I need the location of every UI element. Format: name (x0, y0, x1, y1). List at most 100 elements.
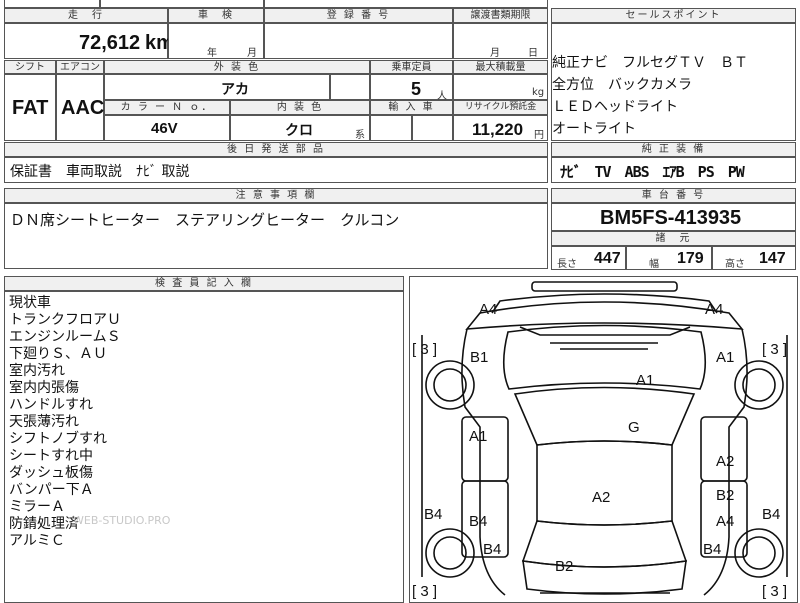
equipment-value: ﾅﾋﾞ TV ABS ｴｱB PS PW (560, 163, 745, 181)
damage-label-20: [ 3 ] (412, 583, 438, 600)
notes-header: 注 意 事 項 欄 (4, 188, 548, 203)
mileage-header: 走 行 (4, 8, 168, 23)
recycle-value: 11,220 (472, 120, 524, 139)
spec-length-value: 447 (594, 250, 621, 267)
damage-label-11: A2 (592, 489, 611, 506)
damage-label-13: B4 (424, 506, 443, 523)
inspector-line-5: 室内汚れ (9, 363, 65, 379)
recycle-header: リサイクル預託金 (453, 100, 548, 115)
top-cut-cell-1 (4, 0, 100, 8)
later-parts-cell: 保証書 車両取説 ﾅﾋﾞ 取説 (4, 157, 548, 183)
color-no-header: カ ラ ー Ｎ ｏ． (104, 100, 230, 115)
color-no-cell: 46V (104, 115, 230, 141)
top-cut-cell-2 (100, 0, 264, 8)
registration-cell (264, 23, 453, 59)
later-parts-value: 保証書 車両取説 ﾅﾋﾞ 取説 (10, 164, 190, 180)
inspector-line-2: トランクフロアＵ (9, 312, 121, 328)
shaken-cell: 年 月 (168, 23, 264, 59)
registration-header: 登 録 番 号 (264, 8, 453, 23)
capacity-header: 乗車定員 (370, 60, 453, 74)
spec-length-cell: 長さ 447 (551, 246, 626, 270)
spec-width-label: 幅 (649, 259, 659, 270)
recycle-unit: 円 (534, 130, 544, 141)
sales-point-1: 純正ナビ フルセグＴＶ ＢＴ (552, 55, 748, 71)
color-no-value: 46V (151, 120, 178, 137)
interior-color-cell: クロ 系 (230, 115, 370, 141)
top-cut-cell-3 (264, 0, 548, 8)
spec-height-cell: 高さ 147 (712, 246, 796, 270)
damage-label-10: A2 (716, 453, 735, 470)
exterior-color-header: 外 装 色 (104, 60, 370, 74)
damage-label-6: A1 (716, 349, 735, 366)
damage-label-17: B4 (483, 541, 502, 558)
mileage-cell: 72,612 km (4, 23, 174, 59)
damage-label-21: [ 3 ] (762, 583, 788, 600)
transfer-cell: 月 日 (453, 23, 548, 59)
inspector-line-11: ダッシュ板傷 (9, 465, 93, 481)
shaken-year-label: 年 (207, 48, 217, 59)
capacity-cell: 5 人 (370, 74, 453, 102)
import-header: 輸 入 車 (370, 100, 453, 115)
damage-label-3: [ 3 ] (412, 341, 438, 358)
damage-label-15: A4 (716, 513, 735, 530)
spec-height-value: 147 (759, 250, 786, 267)
inspector-header: 検 査 員 記 入 欄 (4, 276, 404, 291)
interior-color-header: 内 装 色 (230, 100, 370, 115)
inspector-line-9: シフトノブすれ (9, 431, 107, 447)
import-cell-1 (370, 115, 412, 141)
spec-height-label: 高さ (725, 259, 745, 270)
sales-point-header: セールスポイント (551, 8, 796, 23)
chassis-value: BM5FS-413935 (600, 207, 742, 229)
car-diagram-box: A4 A4 [ 3 ] [ 3 ] B1 A1 A1 G A1 A2 A2 B2… (409, 276, 798, 603)
notes-value: ＤＮ席シートヒーター ステアリングヒーター クルコン (10, 211, 400, 229)
mileage-value: 72,612 (79, 32, 141, 54)
damage-label-7: A1 (636, 372, 655, 389)
ac-cell: AAC (56, 74, 104, 141)
shift-value: FAT (12, 97, 49, 119)
damage-label-9: A1 (469, 428, 488, 445)
notes-cell: ＤＮ席シートヒーター ステアリングヒーター クルコン (4, 203, 548, 269)
sales-point-4: オートライト (552, 121, 636, 137)
inspector-line-15: アルミＣ (9, 533, 65, 549)
sales-point-2: 全方位 バックカメラ (552, 77, 692, 93)
transfer-header: 譲渡書類期限 (453, 8, 548, 23)
damage-label-2: A4 (705, 301, 724, 318)
damage-label-12: B2 (716, 487, 735, 504)
shaken-header: 車 検 (168, 8, 264, 23)
specs-header: 諸 元 (551, 231, 796, 246)
exterior-color-extra (330, 74, 370, 100)
damage-label-18: B4 (703, 541, 722, 558)
interior-color-suffix: 系 (355, 130, 365, 141)
ac-value: AAC (61, 97, 105, 119)
equipment-cell: ﾅﾋﾞ TV ABS ｴｱB PS PW (551, 157, 796, 183)
import-cell-2 (412, 115, 453, 141)
inspector-line-6: 室内内張傷 (9, 380, 79, 396)
inspector-line-8: 天張薄汚れ (9, 414, 79, 430)
inspector-line-1: 現状車 (9, 295, 51, 311)
exterior-color-cell: アカ (104, 74, 330, 100)
sales-point-3: ＬＥＤヘッドライト (552, 99, 678, 115)
max-load-cell: kg (453, 74, 548, 100)
inspector-line-7: ハンドルすれ (9, 397, 93, 413)
chassis-cell: BM5FS-413935 (551, 203, 796, 231)
shift-cell: FAT (4, 74, 56, 141)
transfer-month-label: 月 (490, 48, 500, 59)
chassis-header: 車 台 番 号 (551, 188, 796, 203)
exterior-color-value: アカ (221, 82, 249, 98)
inspector-box: 現状車 トランクフロアＵ エンジンルームＳ 下廻りＳ、ＡＵ 室内汚れ 室内内張傷… (4, 291, 404, 603)
max-load-unit: kg (532, 87, 545, 98)
damage-label-5: B1 (470, 349, 489, 366)
damage-label-8: G (628, 419, 640, 436)
inspector-line-4: 下廻りＳ、ＡＵ (9, 346, 107, 362)
interior-color-value: クロ (285, 123, 313, 139)
spec-length-label: 長さ (557, 259, 577, 270)
spec-width-value: 179 (677, 250, 704, 267)
damage-label-14: B4 (469, 513, 488, 530)
transfer-day-label: 日 (528, 48, 538, 59)
spec-width-cell: 幅 179 (626, 246, 712, 270)
damage-label-19: B2 (555, 558, 574, 575)
inspector-line-12: バンパー下Ａ (9, 482, 94, 498)
inspector-line-3: エンジンルームＳ (9, 329, 121, 345)
damage-label-4: [ 3 ] (762, 341, 788, 358)
ac-header: エアコン (56, 60, 104, 74)
